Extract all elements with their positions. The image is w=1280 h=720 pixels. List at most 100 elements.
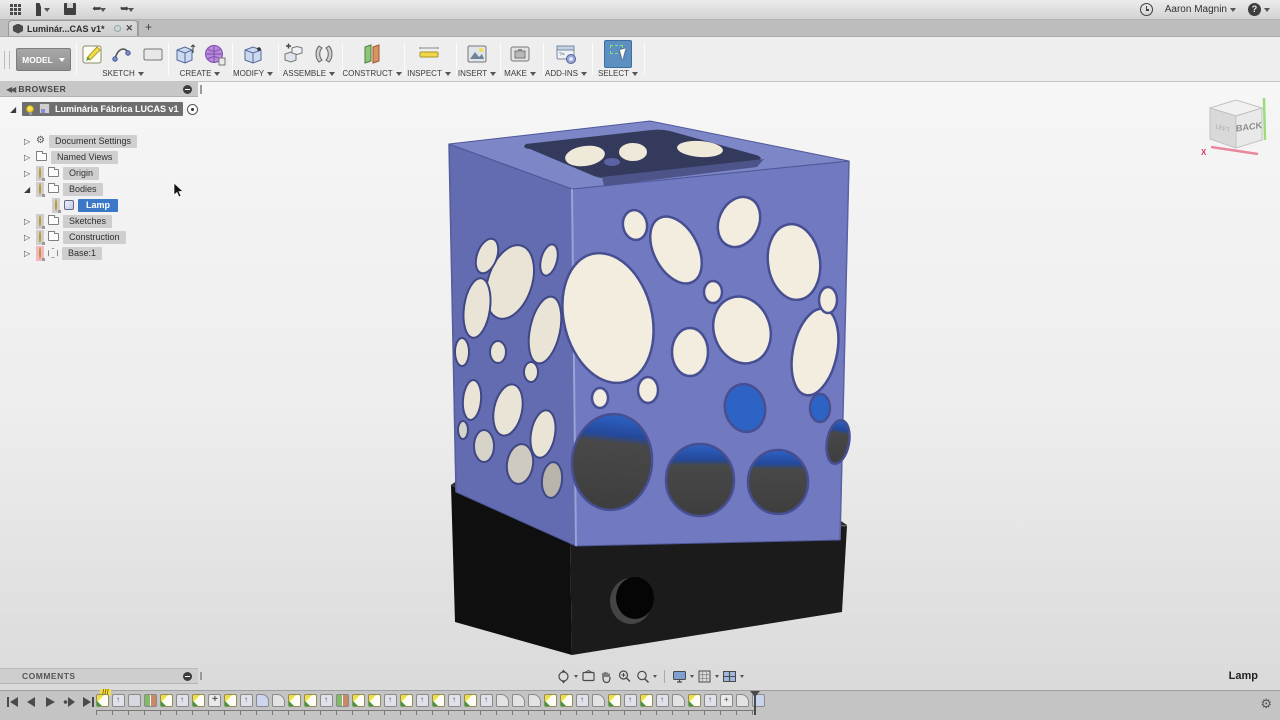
timeline-item-fillet[interactable]: [496, 694, 509, 707]
tree-row-bodies[interactable]: ◢ Bodies: [24, 182, 103, 196]
timeline-item-sketch[interactable]: [368, 694, 381, 707]
timeline-item-sketch[interactable]: [688, 694, 701, 707]
app-launcher-icon[interactable]: [10, 4, 22, 16]
browser-options-icon[interactable]: [183, 85, 192, 94]
viewport-canvas[interactable]: ◀◀ BROWSER ◢ Luminária Fábrica LUCAS v1 …: [0, 82, 1280, 690]
expand-icon[interactable]: ▷: [24, 169, 32, 178]
help-menu[interactable]: ?: [1248, 3, 1270, 16]
timeline-item-form[interactable]: [256, 694, 269, 707]
form-icon[interactable]: [202, 41, 228, 67]
create-menu[interactable]: CREATE: [180, 69, 221, 78]
timeline-item-mirror[interactable]: [144, 694, 157, 707]
addins-script-icon[interactable]: ?=: [553, 41, 579, 67]
fit-icon[interactable]: [635, 669, 650, 684]
timeline-item-fillet[interactable]: [592, 694, 605, 707]
timeline-item-fillet[interactable]: [672, 694, 685, 707]
visibility-bulb-icon[interactable]: [55, 199, 57, 211]
timeline-playhead[interactable]: [754, 691, 756, 715]
timeline-item-sketch[interactable]: [304, 694, 317, 707]
pan-icon[interactable]: [599, 669, 614, 684]
lamp-shade[interactable]: [449, 121, 853, 546]
assemble-menu[interactable]: ASSEMBLE: [283, 69, 335, 78]
tree-row-document-settings[interactable]: ▷ ⚙ Document Settings: [24, 134, 137, 148]
timeline-item-extrude[interactable]: [624, 694, 637, 707]
undo-button[interactable]: [92, 3, 106, 16]
expand-icon[interactable]: ▷: [24, 249, 32, 258]
expand-icon[interactable]: ▷: [24, 153, 32, 162]
timeline-item-extrude[interactable]: [176, 694, 189, 707]
timeline-item-extrude[interactable]: [656, 694, 669, 707]
select-tool-button[interactable]: [604, 40, 632, 68]
orbit-dropdown[interactable]: [574, 675, 578, 678]
modify-menu[interactable]: MODIFY: [233, 69, 273, 78]
play-button[interactable]: [44, 696, 57, 708]
insert-menu[interactable]: INSERT: [458, 69, 496, 78]
timeline-item-extrude[interactable]: [704, 694, 717, 707]
visibility-bulb-icon[interactable]: [26, 105, 34, 113]
tree-row-sketches[interactable]: ▷ Sketches: [24, 214, 112, 228]
timeline-item-sketch[interactable]: [544, 694, 557, 707]
panel-resize-grip[interactable]: [200, 85, 202, 94]
document-tab[interactable]: Luminár...CAS v1* ✕: [8, 20, 138, 36]
create-sketch-icon[interactable]: [80, 41, 106, 67]
extrude-icon[interactable]: [172, 41, 198, 67]
measure-icon[interactable]: [416, 41, 442, 67]
expand-icon[interactable]: ▷: [24, 137, 32, 146]
display-dropdown[interactable]: [690, 675, 694, 678]
expand-icon[interactable]: ◢: [24, 185, 32, 194]
toolbar-grip[interactable]: [4, 51, 10, 69]
expand-icon[interactable]: ▷: [24, 217, 32, 226]
job-status-icon[interactable]: [1140, 3, 1153, 16]
visibility-bulb-icon[interactable]: [39, 215, 41, 227]
timeline-item-sketch[interactable]: [192, 694, 205, 707]
press-pull-icon[interactable]: [240, 41, 266, 67]
timeline-item-sketch[interactable]: [96, 694, 109, 707]
comments-options-icon[interactable]: [183, 672, 192, 681]
timeline-item-sketch[interactable]: [288, 694, 301, 707]
timeline-item-mirror[interactable]: [336, 694, 349, 707]
visibility-bulb-icon[interactable]: [39, 247, 41, 259]
addins-menu[interactable]: ADD-INS: [545, 69, 587, 78]
timeline-item-sketch[interactable]: [224, 694, 237, 707]
spline-icon[interactable]: [110, 41, 136, 67]
viewport-3d-model[interactable]: [420, 95, 890, 670]
timeline-item-extrude[interactable]: [112, 694, 125, 707]
timeline-item-extrude[interactable]: [576, 694, 589, 707]
look-at-icon[interactable]: [581, 669, 596, 684]
timeline-ruler[interactable]: [96, 710, 756, 715]
comments-resize-grip[interactable]: [200, 672, 202, 680]
sketch-menu[interactable]: SKETCH: [102, 69, 143, 78]
tab-close-button[interactable]: ✕: [125, 23, 133, 34]
tree-row-construction[interactable]: ▷ Construction: [24, 230, 126, 244]
save-button[interactable]: [64, 3, 78, 16]
new-tab-button[interactable]: +: [138, 20, 158, 36]
go-to-end-button[interactable]: [82, 696, 95, 708]
joint-icon[interactable]: [311, 41, 337, 67]
collapse-panel-icon[interactable]: ◀◀: [6, 85, 14, 94]
timeline-item-extrude[interactable]: [240, 694, 253, 707]
orbit-icon[interactable]: [556, 669, 571, 684]
new-component-icon[interactable]: [281, 41, 307, 67]
step-forward-button[interactable]: [63, 696, 76, 708]
timeline-item-box[interactable]: [128, 694, 141, 707]
timeline-item-fillet[interactable]: [272, 694, 285, 707]
tree-row-root[interactable]: ◢ Luminária Fábrica LUCAS v1: [10, 102, 198, 116]
tree-row-named-views[interactable]: ▷ Named Views: [24, 150, 118, 164]
timeline-item-move[interactable]: [208, 694, 221, 707]
make-3dprint-icon[interactable]: [507, 41, 533, 67]
timeline-item-sketch[interactable]: [560, 694, 573, 707]
workspace-selector[interactable]: MODEL: [16, 48, 71, 71]
tree-row-lamp[interactable]: Lamp: [52, 198, 118, 212]
timeline-item-extrude[interactable]: [384, 694, 397, 707]
timeline-item-extrude[interactable]: [480, 694, 493, 707]
timeline-item-sketch[interactable]: [464, 694, 477, 707]
visibility-bulb-icon[interactable]: [39, 231, 41, 243]
visibility-bulb-icon[interactable]: [39, 183, 41, 195]
timeline-item-sketch[interactable]: [160, 694, 173, 707]
file-menu-button[interactable]: [36, 3, 50, 16]
zoom-icon[interactable]: [617, 669, 632, 684]
timeline-item-sketch[interactable]: [432, 694, 445, 707]
timeline-item-fillet[interactable]: [736, 694, 749, 707]
tree-row-origin[interactable]: ▷ Origin: [24, 166, 99, 180]
construct-menu[interactable]: CONSTRUCT: [342, 69, 401, 78]
